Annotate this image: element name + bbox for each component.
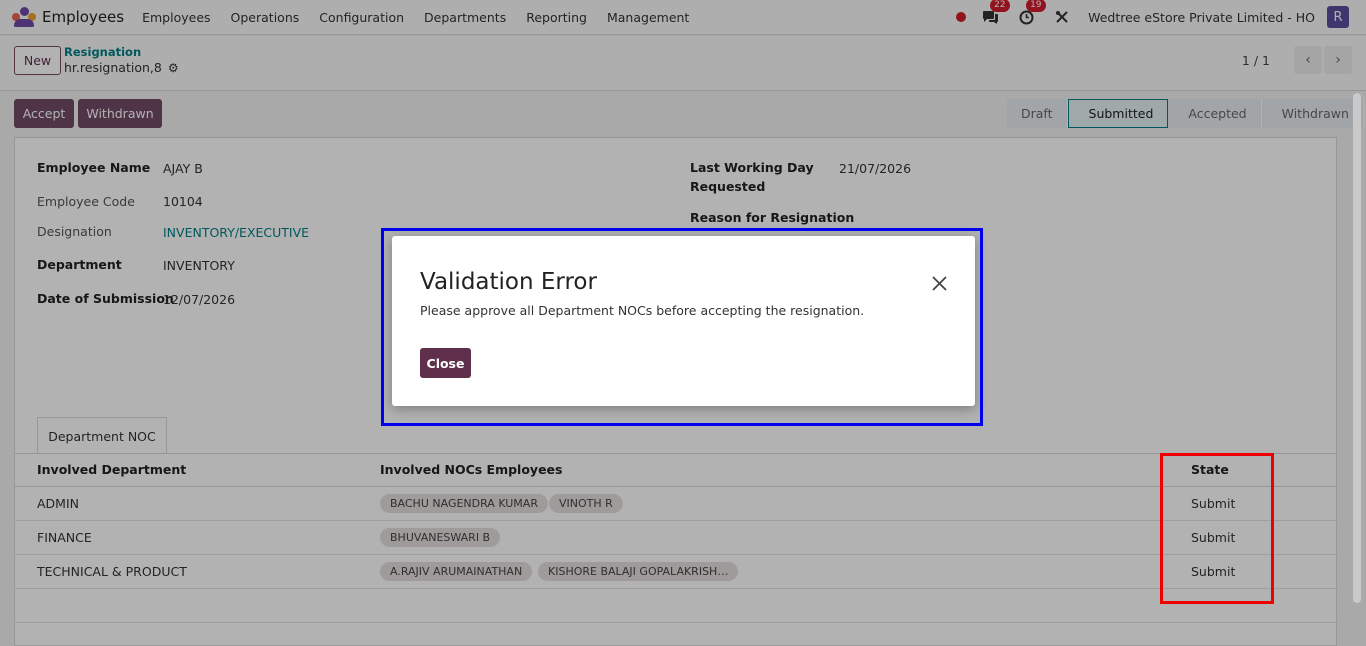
page-scrollbar[interactable] <box>1353 93 1361 603</box>
state-column-highlight-box <box>1160 453 1274 604</box>
dialog-highlight-box <box>381 228 983 426</box>
